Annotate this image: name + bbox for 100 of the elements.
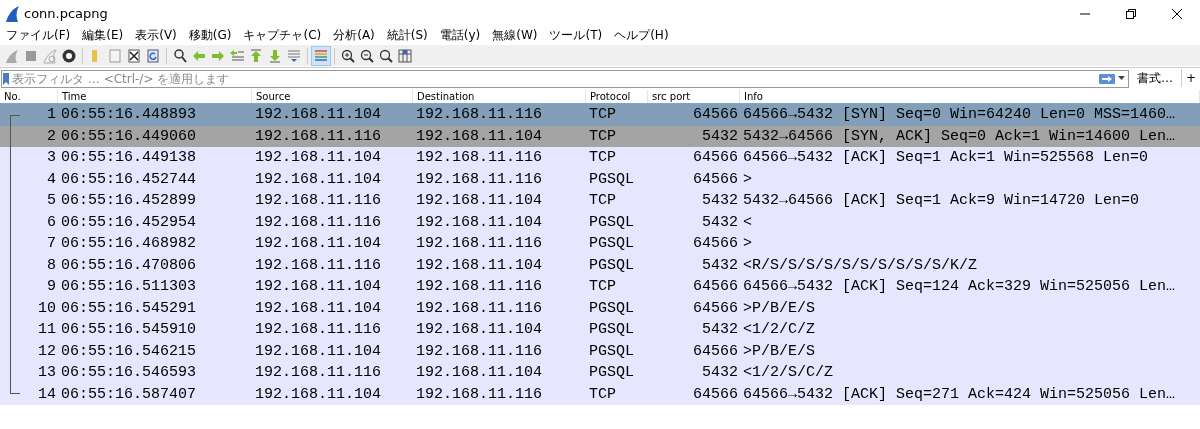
packet-row[interactable]: 9 06:55:16.511303 192.168.11.104 192.168.11.116 TCP 64566 64566→5432 [ACK] Seq=124 Ack=329 Win=525056 Len…: [0, 276, 1200, 298]
table-cell-text: 14: [38, 384, 56, 405]
table-cell-text: 192.168.11.104: [254, 384, 383, 405]
table-cell-text: PGSQL: [588, 212, 635, 233]
menu-item[interactable]: 表示(V): [129, 25, 183, 45]
format-button[interactable]: 書式…: [1128, 69, 1181, 87]
close-file-icon[interactable]: [126, 47, 142, 64]
table-cell-text: 64566→5432 [ACK] Seq=124 Ack=329 Win=525056 Len…: [742, 277, 1177, 297]
column-header[interactable]: Protocol: [586, 90, 648, 103]
search-icon[interactable]: [172, 47, 188, 64]
table-cell-text: 06:55:16.546215: [60, 341, 198, 362]
menu-item[interactable]: 分析(A): [327, 25, 381, 45]
column-header[interactable]: src port: [648, 90, 740, 103]
table-cell-text: 64566: [692, 169, 739, 190]
column-header[interactable]: Destination: [413, 90, 586, 103]
table-cell-text: 06:55:16.545291: [60, 298, 198, 319]
table-cell-text: 5432: [701, 320, 739, 340]
column-header[interactable]: No.: [0, 90, 58, 103]
table-cell-text: 06:55:16.587407: [60, 384, 198, 405]
table-cell-text: 06:55:16.452744: [60, 169, 198, 190]
menu-item[interactable]: キャプチャ(C): [237, 25, 328, 45]
packet-row[interactable]: 1 06:55:16.448893 192.168.11.104 192.168.11.116 TCP 64566 64566→5432 [SYN] Seq=0 Win=64240 Len=0 MSS=1460…: [0, 104, 1200, 126]
table-cell-text: 192.168.11.104: [415, 212, 544, 233]
table-cell-text: PGSQL: [588, 298, 635, 319]
restore-button[interactable]: [1125, 8, 1137, 20]
packet-row[interactable]: 6 06:55:16.452954 192.168.11.116 192.168.11.104 PGSQL 5432 <: [0, 211, 1200, 233]
shark-fin-icon[interactable]: [4, 47, 20, 64]
table-cell-text: 64566: [692, 298, 739, 319]
packet-row[interactable]: 3 06:55:16.449138 192.168.11.104 192.168.11.116 TCP 64566 64566→5432 [ACK] Seq=1 Ack=1 Win=525568 Len=0: [0, 147, 1200, 169]
table-cell-text: 192.168.11.104: [254, 234, 383, 254]
table-cell-text: 5432: [701, 191, 739, 211]
table-cell-text: 64566: [692, 277, 739, 297]
packet-row[interactable]: 14 06:55:16.587407 192.168.11.104 192.168.11.116 TCP 64566 64566→5432 [ACK] Seq=271 Ack=424 Win=525056 Len…: [0, 383, 1200, 405]
packet-row[interactable]: 4 06:55:16.452744 192.168.11.104 192.168.11.116 PGSQL 64566 >: [0, 168, 1200, 190]
packet-row[interactable]: 11 06:55:16.545910 192.168.11.116 192.168.11.104 PGSQL 5432 <1/2/C/Z: [0, 319, 1200, 341]
menu-item[interactable]: ツール(T): [543, 25, 609, 45]
table-cell-text: >: [742, 169, 753, 190]
packet-row[interactable]: 8 06:55:16.470806 192.168.11.116 192.168.11.104 PGSQL 5432 <R/S/S/S/S/S/S/S/S/S/S/K/Z: [0, 254, 1200, 276]
table-cell-text: 5432→64566 [SYN, ACK] Seq=0 Ack=1 Win=14600 Len…: [742, 126, 1177, 147]
table-cell-text: 192.168.11.104: [415, 363, 544, 383]
table-cell-text: 1: [47, 105, 56, 125]
table-cell-text: 192.168.11.104: [254, 105, 383, 125]
add-button[interactable]: +: [1180, 69, 1200, 87]
reload-icon[interactable]: [145, 47, 161, 64]
bookmark-icon[interactable]: [2, 71, 10, 86]
packet-row[interactable]: 5 06:55:16.452899 192.168.11.116 192.168.11.104 TCP 5432 5432→64566 [ACK] Seq=1 Ack=9 Win=14720 Len=0: [0, 190, 1200, 212]
menu-item[interactable]: 移動(G): [182, 25, 238, 45]
menu-item[interactable]: 無線(W): [486, 25, 544, 45]
packet-row[interactable]: 10 06:55:16.545291 192.168.11.104 192.168.11.116 PGSQL 64566 >P/B/E/S: [0, 297, 1200, 319]
table-cell-text: PGSQL: [588, 341, 635, 362]
table-cell-text: <R/S/S/S/S/S/S/S/S/S/S/K/Z: [742, 255, 979, 276]
table-cell-text: 06:55:16.470806: [60, 255, 198, 276]
menu-item[interactable]: 統計(S): [380, 25, 434, 45]
menu-item[interactable]: 電話(y): [433, 25, 487, 45]
table-cell-text: 192.168.11.116: [415, 148, 544, 168]
packet-row[interactable]: 7 06:55:16.468982 192.168.11.104 192.168.11.116 PGSQL 64566 >: [0, 233, 1200, 255]
table-cell-text: <1/2/S/C/Z: [742, 363, 834, 383]
table-cell-text: 192.168.11.104: [415, 191, 544, 211]
zoom-out-icon[interactable]: [359, 47, 375, 64]
autoscroll-icon[interactable]: [286, 47, 302, 64]
close-icon[interactable]: [1171, 8, 1183, 20]
zoom-in-icon[interactable]: [340, 47, 356, 64]
table-cell-text: 06:55:16.468982: [60, 234, 198, 254]
colorize-icon[interactable]: [313, 47, 329, 64]
table-cell-text: 06:55:16.545910: [60, 320, 198, 340]
table-cell-text: 6: [47, 212, 56, 233]
table-cell-text: 06:55:16.448893: [60, 105, 198, 125]
table-cell-text: 12: [38, 341, 56, 362]
packet-row[interactable]: 13 06:55:16.546593 192.168.11.116 192.168.11.104 PGSQL 5432 <1/2/S/C/Z: [0, 362, 1200, 384]
table-cell-text: 06:55:16.452954: [60, 212, 198, 233]
table-cell-text: >: [742, 234, 753, 254]
table-cell-text: 2: [47, 126, 56, 147]
table-cell-text: 64566: [692, 148, 739, 168]
column-header[interactable]: Info: [740, 90, 1200, 103]
table-cell-text: TCP: [588, 105, 617, 125]
menu-item[interactable]: ヘルプ(H): [608, 25, 675, 45]
arrow-down-icon[interactable]: [267, 47, 283, 64]
column-header[interactable]: Time: [58, 90, 252, 103]
table-cell-text: PGSQL: [588, 169, 635, 190]
table-cell-text: 06:55:16.449060: [60, 126, 198, 147]
table-cell-text: 192.168.11.116: [415, 384, 544, 405]
menu-item[interactable]: ファイル(F): [0, 25, 77, 45]
table-cell-text: 192.168.11.116: [254, 320, 383, 340]
table-cell-text: TCP: [588, 126, 617, 147]
dropdown-caret-icon[interactable]: [1117, 76, 1125, 81]
column-header[interactable]: Source: [252, 90, 413, 103]
packet-row[interactable]: 12 06:55:16.546215 192.168.11.104 192.168.11.116 PGSQL 64566 >P/B/E/S: [0, 340, 1200, 362]
table-cell-text: PGSQL: [588, 255, 635, 276]
menu-item[interactable]: 編集(E): [76, 25, 130, 45]
arrow-up-icon[interactable]: [248, 47, 264, 64]
table-cell-text: 06:55:16.449138: [60, 148, 198, 168]
table-cell-text: 64566: [692, 384, 739, 405]
zoom-reset-icon[interactable]: [378, 47, 394, 64]
table-cell-text: 7: [47, 234, 56, 254]
resize-columns-icon[interactable]: [397, 47, 413, 64]
table-cell-text: TCP: [588, 277, 617, 297]
go-to-packet-icon[interactable]: [229, 47, 245, 64]
table-cell-text: 06:55:16.452899: [60, 191, 198, 211]
table-cell-text: 192.168.11.104: [254, 298, 383, 319]
packet-row[interactable]: 2 06:55:16.449060 192.168.11.116 192.168.11.104 TCP 5432 5432→64566 [SYN, ACK] Seq=0 Ack=1 Win=14600 Len…: [0, 125, 1200, 147]
